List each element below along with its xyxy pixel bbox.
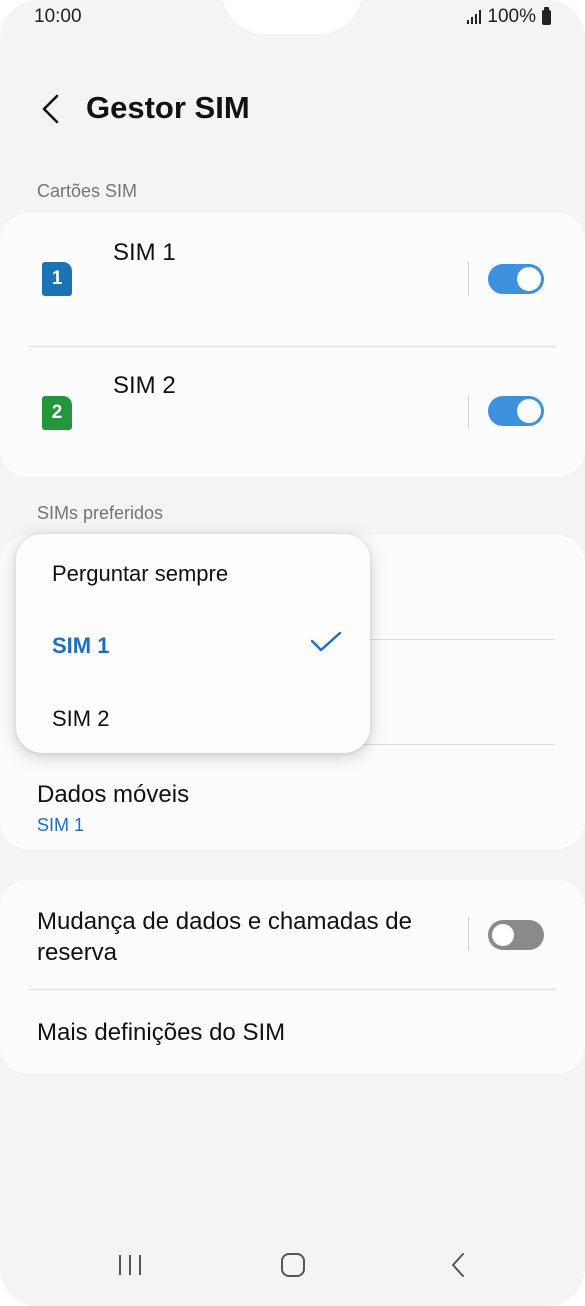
divider-vertical xyxy=(468,262,469,296)
check-icon xyxy=(310,631,342,652)
sim-2-name: SIM 2 xyxy=(113,372,176,399)
camera-notch xyxy=(222,0,362,34)
mobile-data-label: Dados móveis xyxy=(37,781,190,808)
backup-switch-row[interactable]: Mudança de dados e chamadas de reserva xyxy=(0,880,585,989)
battery-percent: 100% xyxy=(487,6,536,27)
mobile-data-value: SIM 1 xyxy=(37,815,85,835)
chevron-left-icon xyxy=(42,94,59,124)
more-sim-settings-row[interactable]: Mais definições do SIM xyxy=(0,990,585,1074)
popup-option-sim-2[interactable]: SIM 2 xyxy=(52,706,109,732)
mobile-data-row[interactable]: Dados móveis SIM 1 xyxy=(0,745,585,849)
sim-selection-popup: Perguntar sempre SIM 1 SIM 2 xyxy=(16,534,370,753)
backup-label: Mudança de dados e chamadas de reserva xyxy=(37,908,412,966)
popup-option-ask-always[interactable]: Perguntar sempre xyxy=(52,561,228,587)
home-button[interactable] xyxy=(263,1235,323,1295)
section-label-sim-cards: Cartões SIM xyxy=(37,181,138,201)
sim-1-icon: 1 xyxy=(42,262,72,296)
divider-vertical xyxy=(468,395,469,429)
recents-icon xyxy=(119,1255,141,1275)
recents-button[interactable] xyxy=(100,1235,160,1295)
status-icons: 100% xyxy=(467,6,551,28)
phone-screen: 10:00 100% Gestor SIM Cartões SIM 1 SIM … xyxy=(0,0,585,1306)
sim-row-2[interactable]: 2 SIM 2 xyxy=(0,346,585,476)
sim-cards-card: 1 SIM 1 2 SIM 2 xyxy=(0,213,585,477)
home-icon xyxy=(281,1253,305,1277)
navigation-bar xyxy=(0,1236,585,1306)
sim-row-1[interactable]: 1 SIM 1 xyxy=(0,213,585,343)
backup-toggle[interactable] xyxy=(488,920,544,950)
divider-vertical xyxy=(468,917,469,951)
section-label-preferred: SIMs preferidos xyxy=(37,503,164,523)
sim-2-toggle[interactable] xyxy=(488,396,544,426)
back-nav-icon xyxy=(452,1253,464,1277)
sim-1-toggle[interactable] xyxy=(488,264,544,294)
popup-option-sim-1[interactable]: SIM 1 xyxy=(52,633,109,659)
status-time: 10:00 xyxy=(34,6,82,27)
back-nav-button[interactable] xyxy=(428,1235,488,1295)
sim-2-icon: 2 xyxy=(42,396,72,430)
extra-settings-card: Mudança de dados e chamadas de reserva M… xyxy=(0,880,585,1074)
signal-icon xyxy=(467,10,482,24)
back-button[interactable] xyxy=(30,86,70,132)
battery-icon xyxy=(542,6,551,25)
more-sim-settings-label: Mais definições do SIM xyxy=(37,1019,286,1046)
page-title: Gestor SIM xyxy=(86,90,250,125)
sim-1-name: SIM 1 xyxy=(113,239,176,266)
